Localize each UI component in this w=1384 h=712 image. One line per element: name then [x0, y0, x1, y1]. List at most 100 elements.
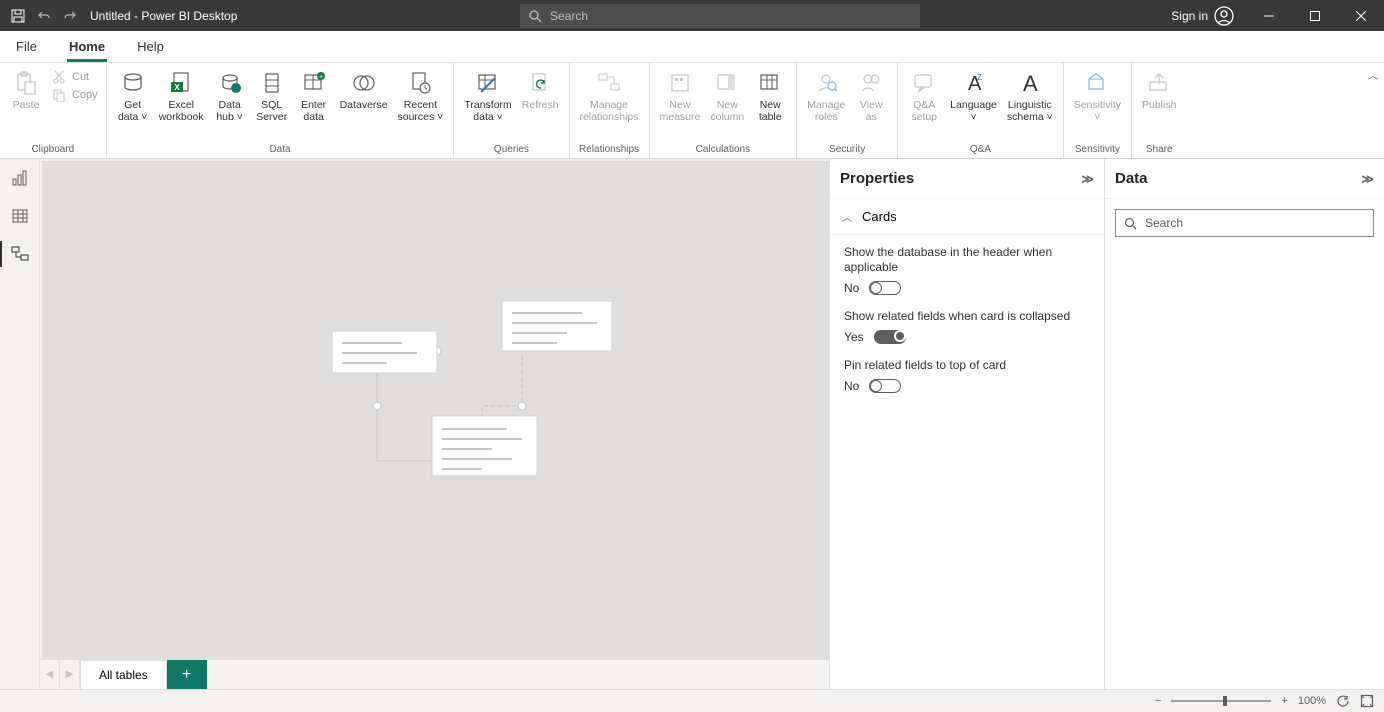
- collapse-data-icon[interactable]: ≫: [1361, 172, 1374, 186]
- section-cards[interactable]: ︿ Cards: [830, 199, 1104, 235]
- collapse-properties-icon[interactable]: ≫: [1081, 172, 1094, 186]
- linguistic-schema-button[interactable]: ALinguisticschema ˅: [1003, 67, 1057, 125]
- toggle-show-related[interactable]: [874, 330, 906, 344]
- zoom-slider[interactable]: [1171, 700, 1271, 702]
- cut-button[interactable]: Cut: [50, 69, 100, 85]
- transform-data-button[interactable]: Transformdata ˅: [460, 67, 515, 125]
- linguistic-icon: A: [1016, 69, 1044, 97]
- tab-help[interactable]: Help: [121, 30, 180, 62]
- fit-to-page-icon[interactable]: [1360, 694, 1374, 708]
- publish-button[interactable]: Publish: [1138, 67, 1180, 113]
- zoom-in-icon[interactable]: +: [1281, 695, 1287, 707]
- sign-in-label: Sign in: [1171, 9, 1208, 23]
- refresh-button[interactable]: Refresh: [518, 67, 563, 113]
- sensitivity-button[interactable]: Sensitivity˅: [1070, 67, 1125, 125]
- title-bar: Untitled - Power BI Desktop Search Sign …: [0, 0, 1384, 31]
- refresh-icon: [526, 69, 554, 97]
- global-search-input[interactable]: Search: [520, 4, 920, 28]
- menu-tabs: File Home Help: [0, 31, 1384, 63]
- ribbon: ︿ Paste Cut Copy Clipboard Getdata ˅ XEx…: [0, 63, 1384, 159]
- properties-pane: Properties ≫ ︿ Cards Show the database i…: [829, 159, 1104, 689]
- toggle-value: Yes: [844, 330, 864, 344]
- close-button[interactable]: [1338, 0, 1384, 31]
- bottom-tab-bar: ◀ ▶ All tables +: [40, 659, 829, 689]
- paste-icon: [12, 69, 40, 97]
- dataverse-icon: [350, 69, 378, 97]
- model-canvas[interactable]: [42, 161, 829, 659]
- new-measure-button[interactable]: Newmeasure: [656, 67, 705, 125]
- minimize-button[interactable]: [1246, 0, 1292, 31]
- language-button[interactable]: AZLanguage˅: [946, 67, 1001, 125]
- window-title: Untitled - Power BI Desktop: [90, 9, 237, 23]
- maximize-button[interactable]: [1292, 0, 1338, 31]
- model-card[interactable]: [332, 331, 437, 373]
- svg-text:Z: Z: [977, 73, 982, 82]
- toggle-pin-related[interactable]: [869, 379, 901, 393]
- model-view-icon[interactable]: [9, 243, 31, 265]
- status-bar: − + 100%: [0, 689, 1384, 712]
- transform-icon: [474, 69, 502, 97]
- qa-setup-button[interactable]: Q&Asetup: [904, 67, 944, 125]
- toggle-show-database[interactable]: [869, 281, 901, 295]
- refresh-status-icon[interactable]: [1336, 694, 1350, 708]
- ribbon-group-share: Publish Share: [1132, 63, 1186, 158]
- search-placeholder: Search: [550, 9, 588, 23]
- excel-button[interactable]: XExcelworkbook: [155, 67, 208, 125]
- tab-next-icon[interactable]: ▶: [60, 660, 80, 689]
- table-icon: [756, 69, 784, 97]
- ribbon-group-calculations: Newmeasure Newcolumn Newtable Calculatio…: [650, 63, 798, 158]
- tab-prev-icon[interactable]: ◀: [40, 660, 60, 689]
- excel-icon: X: [167, 69, 195, 97]
- language-icon: AZ: [960, 69, 988, 97]
- sql-server-button[interactable]: SQLServer: [252, 67, 292, 125]
- svg-text:+: +: [319, 74, 323, 81]
- data-view-icon[interactable]: [9, 205, 31, 227]
- add-tab-button[interactable]: +: [167, 660, 207, 689]
- roles-icon: [812, 69, 840, 97]
- enter-data-icon: +: [300, 69, 328, 97]
- enter-data-button[interactable]: +Enterdata: [294, 67, 334, 125]
- tab-file[interactable]: File: [0, 30, 53, 62]
- manage-roles-button[interactable]: Manageroles: [803, 67, 849, 125]
- group-label-sensitivity: Sensitivity: [1070, 142, 1125, 158]
- group-label-clipboard: Clipboard: [6, 142, 100, 158]
- tab-all-tables[interactable]: All tables: [80, 660, 167, 689]
- recent-sources-button[interactable]: Recentsources ˅: [394, 67, 448, 125]
- undo-icon[interactable]: [36, 8, 52, 24]
- publish-icon: [1145, 69, 1173, 97]
- zoom-out-icon[interactable]: −: [1155, 695, 1161, 707]
- model-card[interactable]: [432, 416, 537, 476]
- sign-in-button[interactable]: Sign in: [1159, 6, 1246, 26]
- model-card[interactable]: [502, 301, 612, 351]
- copy-icon: [52, 88, 68, 102]
- data-hub-button[interactable]: Datahub ˅: [210, 67, 250, 125]
- ribbon-group-clipboard: Paste Cut Copy Clipboard: [0, 63, 107, 158]
- sensitivity-icon: [1083, 69, 1111, 97]
- view-rail: [0, 159, 40, 689]
- new-table-button[interactable]: Newtable: [750, 67, 790, 125]
- dataverse-button[interactable]: Dataverse: [336, 67, 392, 113]
- user-icon: [1214, 6, 1234, 26]
- manage-relationships-button[interactable]: Managerelationships: [576, 67, 643, 125]
- section-label: Cards: [862, 209, 897, 224]
- measure-icon: [666, 69, 694, 97]
- collapse-ribbon-icon[interactable]: ︿: [1368, 67, 1378, 82]
- chevron-up-icon: ︿: [842, 209, 852, 224]
- search-icon: [528, 9, 542, 23]
- redo-icon[interactable]: [62, 8, 78, 24]
- new-column-button[interactable]: Newcolumn: [706, 67, 748, 125]
- tab-home[interactable]: Home: [53, 30, 121, 62]
- paste-button[interactable]: Paste: [6, 67, 46, 113]
- get-data-button[interactable]: Getdata ˅: [113, 67, 153, 125]
- copy-button[interactable]: Copy: [50, 87, 100, 103]
- view-as-button[interactable]: Viewas: [851, 67, 891, 125]
- ribbon-group-qa: Q&Asetup AZLanguage˅ ALinguisticschema ˅…: [898, 63, 1064, 158]
- prop-pin-related: Pin related fields to top of card No: [844, 358, 1090, 393]
- save-icon[interactable]: [10, 8, 26, 24]
- get-data-icon: [119, 69, 147, 97]
- view-as-icon: [857, 69, 885, 97]
- svg-text:A: A: [1023, 71, 1038, 96]
- report-view-icon[interactable]: [9, 167, 31, 189]
- group-label-share: Share: [1138, 142, 1180, 158]
- data-search-input[interactable]: Search: [1115, 209, 1374, 237]
